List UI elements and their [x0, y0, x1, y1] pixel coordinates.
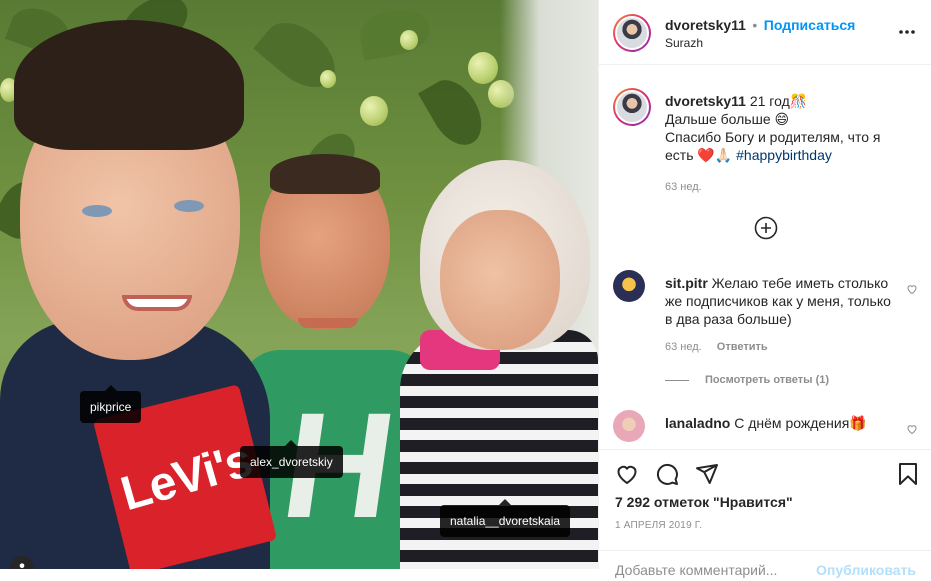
- heart-icon[interactable]: [906, 422, 918, 435]
- reply-button[interactable]: Ответить: [717, 341, 768, 353]
- avatar[interactable]: [613, 270, 645, 302]
- post-actions: 7 292 отметок "Нравится" 1 АПРЕЛЯ 2019 Г…: [599, 449, 931, 578]
- post-date[interactable]: 1 АПРЕЛЯ 2019 Г.: [615, 520, 702, 531]
- more-dots-icon[interactable]: [897, 24, 917, 40]
- comment-username[interactable]: lanaladno: [665, 415, 730, 431]
- replies-divider: [665, 379, 689, 381]
- photo-tag-natalia[interactable]: natalia__dvoretskaia: [440, 499, 571, 537]
- comment-username[interactable]: sit.pitr: [665, 275, 708, 291]
- view-replies-button[interactable]: Посмотреть ответы (1): [705, 374, 829, 386]
- caption-time: 63 нед.: [665, 181, 702, 193]
- photo-tag-alex[interactable]: alex_dvoretskiy: [240, 440, 343, 478]
- caption-line4: есть ❤️🙏🏻: [665, 147, 737, 163]
- caption-line3: Спасибо Богу и родителям, что я: [665, 129, 881, 145]
- photo-tag-pikprice[interactable]: pikprice: [80, 385, 142, 423]
- caption-line2: Дальше больше 😄: [665, 111, 790, 127]
- post-sidebar: dvoretsky11 • Подписаться Surazh dvorets…: [598, 0, 931, 578]
- post-photo[interactable]: H LeVi's pikprice alex_dvoretskiy natali…: [0, 0, 598, 569]
- post-username[interactable]: dvoretsky11: [665, 17, 746, 33]
- comment-time: 63 нед.: [665, 341, 702, 353]
- likes-count[interactable]: 7 292 отметок "Нравится": [615, 494, 793, 510]
- add-comment-input[interactable]: Добавьте комментарий...: [615, 562, 777, 578]
- hashtag-link[interactable]: #happybirthday: [736, 147, 832, 163]
- avatar[interactable]: [613, 410, 645, 442]
- publish-button[interactable]: Опубликовать: [816, 562, 916, 578]
- post-header: dvoretsky11 • Подписаться Surazh: [599, 0, 931, 65]
- follow-button[interactable]: Подписаться: [764, 17, 856, 33]
- share-paper-plane-icon[interactable]: [695, 462, 719, 486]
- like-heart-icon[interactable]: [615, 462, 639, 486]
- caption-line1: 21 год🎊: [749, 93, 808, 109]
- caption-username[interactable]: dvoretsky11: [665, 93, 746, 109]
- comment-text: С днём рождения🎁: [734, 415, 867, 431]
- post-location[interactable]: Surazh: [665, 36, 703, 50]
- add-comment-bar: Добавьте комментарий... Опубликовать: [599, 550, 931, 581]
- bookmark-icon[interactable]: [896, 462, 920, 486]
- comment-bubble-icon[interactable]: [655, 462, 679, 486]
- comments-area: dvoretsky11 21 год🎊 Дальше больше 😄 Спас…: [599, 64, 931, 449]
- avatar[interactable]: [613, 14, 651, 52]
- person-young-man: LeVi's: [0, 20, 278, 569]
- avatar[interactable]: [613, 88, 651, 126]
- separator-dot: •: [752, 17, 758, 33]
- plus-circle-icon[interactable]: [754, 216, 778, 240]
- heart-icon[interactable]: [906, 282, 918, 295]
